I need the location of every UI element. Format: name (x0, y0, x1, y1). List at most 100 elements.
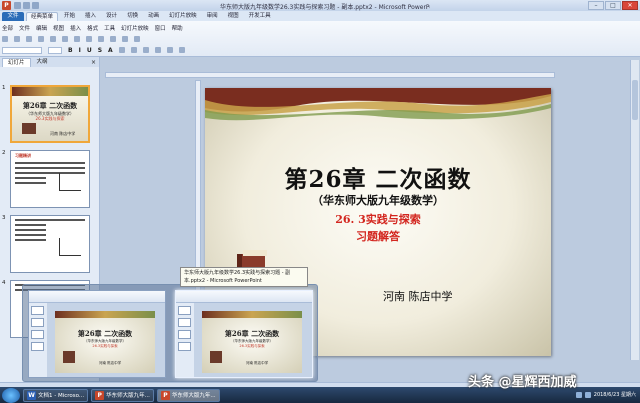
open-icon[interactable] (14, 36, 20, 42)
text-line (15, 219, 85, 221)
close-button[interactable]: ✕ (622, 1, 638, 10)
network-icon[interactable] (575, 392, 582, 398)
volume-icon[interactable] (584, 392, 591, 398)
wave-decoration (202, 311, 302, 318)
slide-thumbnail-frame[interactable] (10, 215, 90, 273)
preview-title: 第26章 二次函数 (77, 329, 133, 338)
quick-access-toolbar (14, 2, 39, 9)
tab-transitions[interactable]: 切换 (123, 12, 142, 21)
slide-thumbnail-frame[interactable]: 第26章 二次函数 （华东师大版九年级数学） 26.3实践与探索 河南 陈店中学 (10, 85, 90, 143)
thumb-red-text: 26.3实践与探索 (35, 116, 65, 121)
watermark: 头条 @星辉西加威 (468, 375, 577, 390)
taskbar-item-powerpoint-2[interactable]: P 华东师大版九年... (156, 388, 220, 402)
menu-tools[interactable]: 工具 (104, 24, 115, 32)
slide-subtitle[interactable]: （华东师大版九年级数学） (205, 192, 551, 208)
tab-animations[interactable]: 动画 (144, 12, 163, 21)
powerpoint-app-icon[interactable]: P (2, 1, 11, 10)
menu-slideshow[interactable]: 幻灯片放映 (121, 24, 149, 32)
menu-format[interactable]: 格式 (87, 24, 98, 32)
align-left-icon[interactable] (118, 47, 125, 53)
tab-design[interactable]: 设计 (102, 12, 121, 21)
save-icon[interactable] (26, 36, 32, 42)
ribbon-tab-row: 文件 经典菜单 开始 插入 设计 切换 动画 幻灯片放映 审阅 视图 开发工具 (0, 11, 640, 21)
new-icon[interactable] (2, 36, 8, 42)
vertical-scrollbar[interactable] (630, 60, 639, 360)
italic-button[interactable]: I (79, 47, 81, 54)
tab-view[interactable]: 视图 (224, 12, 243, 21)
text-line (15, 177, 47, 179)
slide-thumbnail-frame[interactable]: 习题精讲 (10, 150, 90, 208)
slide-section-subtitle[interactable]: 习题解答 (205, 228, 551, 244)
format-row: B I U S A (2, 45, 185, 55)
tab-insert[interactable]: 插入 (81, 12, 100, 21)
align-center-icon[interactable] (130, 47, 137, 53)
graph-thumbnail (59, 238, 81, 256)
taskbar-item-label: 文档1 - Microso... (38, 393, 85, 399)
ribbon: 全部 文件 编辑 视图 插入 格式 工具 幻灯片放映 窗口 帮助 B I U S… (0, 21, 640, 57)
slide-thumbnail-2[interactable]: 2 习题精讲 (0, 150, 100, 210)
bold-button[interactable]: B (68, 47, 73, 54)
chart-icon[interactable] (122, 36, 128, 42)
slide-thumbnail-1[interactable]: 1 第26章 二次函数 （华东师大版九年级数学） 26.3实践与探索 河南 陈店… (0, 85, 100, 145)
text-line (15, 167, 85, 169)
slides-panel-tabs: 幻灯片 大纲 × (0, 57, 99, 67)
preview-school: 河南 陈店中学 (246, 361, 269, 365)
slide-school-text[interactable]: 河南 陈店中学 (383, 288, 453, 304)
font-name-dropdown[interactable] (2, 46, 42, 54)
underline-button[interactable]: U (87, 47, 92, 54)
menu-view[interactable]: 视图 (53, 24, 64, 32)
tab-outline[interactable]: 大纲 (32, 58, 53, 67)
shadow-button[interactable]: S (98, 47, 102, 54)
preview-thumbnail-1[interactable]: 第26章 二次函数 （华东师大版九年级数学） 26.3实践与探索 河南 陈店中学 (28, 290, 166, 378)
paste-icon[interactable] (74, 36, 80, 42)
tray-clock[interactable]: 2018/6/23 星期六 (594, 392, 636, 398)
preview-slide: 第26章 二次函数 （华东师大版九年级数学） 26.3实践与探索 河南 陈店中学 (202, 311, 302, 373)
print-icon[interactable] (38, 36, 44, 42)
font-color-button[interactable]: A (108, 47, 113, 54)
menu-help[interactable]: 帮助 (172, 24, 183, 32)
text-line (15, 182, 47, 184)
tab-review[interactable]: 审阅 (203, 12, 222, 21)
undo-icon[interactable] (23, 2, 30, 9)
align-right-icon[interactable] (142, 47, 149, 53)
tab-developer[interactable]: 开发工具 (245, 12, 275, 21)
redo-icon[interactable] (98, 36, 104, 42)
slide-number: 1 (2, 85, 6, 91)
new-slide-icon[interactable] (178, 47, 185, 53)
table-icon[interactable] (110, 36, 116, 42)
taskbar-item-powerpoint-1[interactable]: P 华东师大版九年... (91, 388, 154, 402)
tab-classic-menu[interactable]: 经典菜单 (26, 12, 59, 21)
scrollbar-thumb[interactable] (632, 80, 638, 120)
menu-insert[interactable]: 插入 (70, 24, 81, 32)
menu-window[interactable]: 窗口 (155, 24, 166, 32)
file-tab[interactable]: 文件 (2, 12, 24, 21)
preview-thumbnail-2[interactable]: 第26章 二次函数 （华东师大版九年级数学） 26.3实践与探索 河南 陈店中学 (175, 290, 313, 378)
preview-red-text: 26.3实践与探索 (239, 344, 265, 348)
slide-section-title[interactable]: 26. 3实践与探索 (205, 211, 551, 227)
bullets-icon[interactable] (154, 47, 161, 53)
tab-slides[interactable]: 幻灯片 (2, 57, 31, 67)
cut-icon[interactable] (50, 36, 56, 42)
tab-slideshow[interactable]: 幻灯片放映 (165, 12, 201, 21)
redo-icon[interactable] (32, 2, 39, 9)
menu-all[interactable]: 全部 (2, 24, 13, 32)
numbering-icon[interactable] (166, 47, 173, 53)
taskbar-item-word[interactable]: W 文档1 - Microso... (23, 388, 89, 402)
slide-title[interactable]: 第26章 二次函数 (205, 160, 551, 194)
menu-file[interactable]: 文件 (19, 24, 30, 32)
copy-icon[interactable] (62, 36, 68, 42)
menu-edit[interactable]: 编辑 (36, 24, 47, 32)
undo-icon[interactable] (86, 36, 92, 42)
maximize-button[interactable]: □ (605, 1, 621, 10)
close-icon[interactable]: × (91, 59, 96, 66)
zoom-icon[interactable] (134, 36, 140, 42)
start-button[interactable] (2, 387, 20, 403)
slide-number: 4 (2, 280, 6, 286)
text-line (15, 224, 47, 226)
save-icon[interactable] (14, 2, 21, 9)
slide-thumbnail-3[interactable]: 3 (0, 215, 100, 275)
minimize-button[interactable]: – (588, 1, 604, 10)
tab-home[interactable]: 开始 (60, 12, 79, 21)
preview-title: 第26章 二次函数 (224, 329, 280, 338)
font-size-dropdown[interactable] (48, 46, 62, 54)
